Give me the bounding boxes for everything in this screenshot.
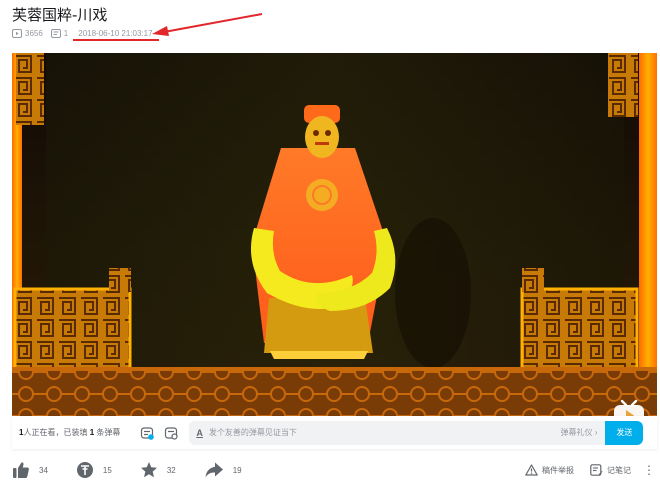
video-meta: 3656 1 2018-06-10 21:03:17 [12, 27, 161, 39]
warning-icon [525, 464, 538, 476]
thumbs-up-icon [13, 462, 29, 478]
danmaku-bar: 1人正在看，已装填 1 条弹幕 A 发个友善的弹幕见证当下 弹幕礼仪 › 发送 [12, 416, 657, 449]
send-danmaku-button[interactable]: 发送 [605, 420, 644, 445]
video-toolbar: 34 15 32 19 稿件举报 记笔记 ⋮ [12, 460, 657, 480]
danmaku-count-icon [50, 28, 61, 38]
star-icon [140, 462, 157, 478]
danmaku-input[interactable]: A 发个友善的弹幕见证当下 弹幕礼仪 › [189, 420, 606, 445]
report-label: 稿件举报 [542, 465, 574, 475]
danmaku-toggle-icon[interactable] [140, 426, 155, 440]
danmaku-count-value: 1 [63, 28, 69, 38]
coin-count: 15 [102, 465, 112, 475]
viewer-status: 1人正在看，已装填 1 条弹幕 [19, 427, 120, 438]
share-icon [205, 462, 223, 477]
share-button[interactable]: 19 [204, 461, 242, 479]
notes-button[interactable]: 记笔记 [590, 464, 631, 476]
play-count-value: 3656 [25, 28, 43, 38]
video-player[interactable] [12, 53, 657, 416]
favorite-button[interactable]: 32 [140, 461, 176, 479]
danmaku-placeholder: 发个友善的弹幕见证当下 [208, 428, 297, 437]
toolbar-right: 稿件举报 记笔记 ⋮ [509, 460, 655, 480]
favorite-count: 32 [166, 465, 176, 475]
bilibili-logo [614, 399, 644, 416]
like-button[interactable]: 34 [12, 461, 48, 479]
annotation-underline [73, 39, 159, 41]
font-style-icon[interactable]: A [196, 428, 203, 438]
danmaku-etiquette-link[interactable]: 弹幕礼仪 › [560, 427, 597, 438]
note-icon [590, 464, 603, 476]
annotation-arrow [152, 13, 263, 36]
play-count: 3656 [12, 28, 43, 38]
more-dots-icon[interactable]: ⋮ [643, 463, 655, 477]
coin-button[interactable]: 15 [76, 461, 112, 479]
share-count: 19 [232, 465, 242, 475]
danmaku-settings-icon[interactable] [164, 426, 178, 440]
publish-time: 2018-06-10 21:03:17 [78, 28, 153, 38]
like-count: 34 [39, 465, 48, 475]
viewer-suffix: 条弹幕 [94, 428, 121, 437]
video-title: 芙蓉国粹-川戏 [12, 6, 108, 24]
notes-label: 记笔记 [607, 465, 631, 475]
report-button[interactable]: 稿件举报 [525, 464, 574, 476]
viewer-prefix: 人正在看，已装填 [23, 428, 90, 437]
video-frame [12, 53, 657, 416]
coin-icon [76, 462, 93, 478]
play-count-icon [12, 28, 22, 38]
danmaku-count: 1 [50, 28, 69, 38]
